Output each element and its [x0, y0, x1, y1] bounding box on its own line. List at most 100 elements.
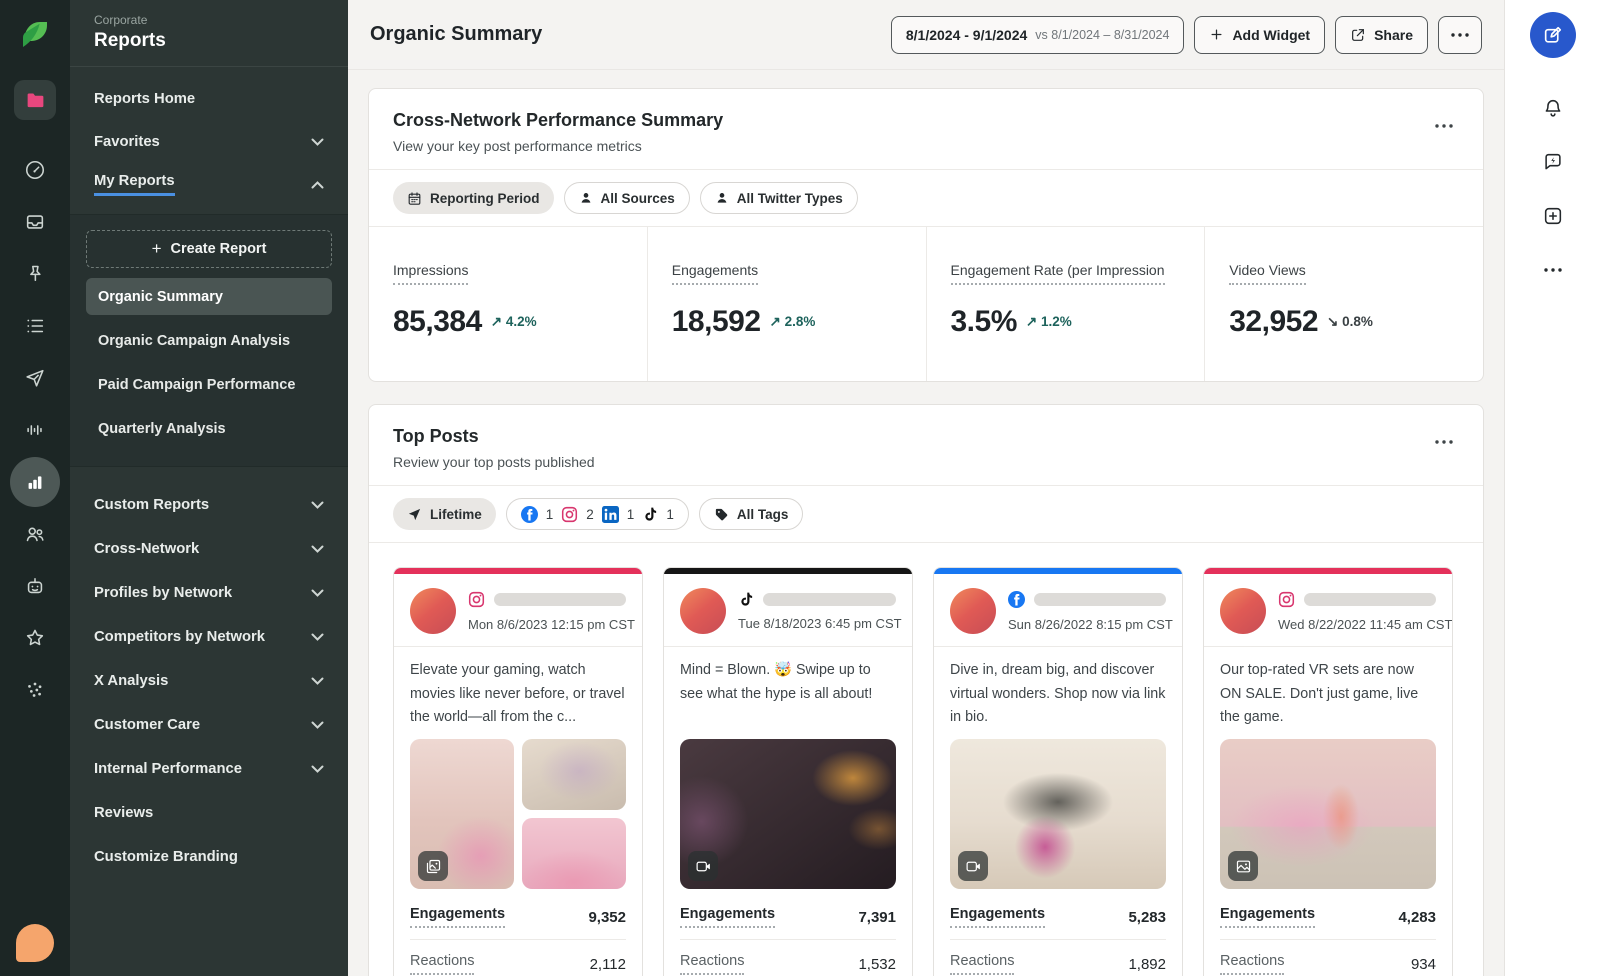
metric-card: Video Views 32,952 ↘ 0.8% — [1205, 227, 1483, 381]
reporting-period-filter[interactable]: Reporting Period — [393, 182, 554, 214]
all-sources-filter[interactable]: All Sources — [564, 182, 690, 214]
all-twitter-types-filter[interactable]: All Twitter Types — [700, 182, 858, 214]
sidebar-item-customer-care[interactable]: Customer Care — [70, 703, 348, 747]
stat-label[interactable]: Reactions — [1220, 953, 1284, 975]
sidebar-item-custom-reports[interactable]: Custom Reports — [70, 483, 348, 527]
metric-label[interactable]: Video Views — [1229, 262, 1306, 285]
redacted-account-name — [1034, 593, 1166, 606]
sidebar-item-cross-network[interactable]: Cross-Network — [70, 527, 348, 571]
metric-value: 85,384 — [393, 305, 482, 339]
gauge-icon[interactable] — [9, 144, 61, 196]
stat-label[interactable]: Engagements — [950, 906, 1045, 928]
post-timestamp: Mon 8/6/2023 12:15 pm CST — [468, 617, 626, 632]
integrations-dots-icon[interactable] — [9, 664, 61, 716]
user-avatar[interactable] — [16, 924, 54, 962]
share-button[interactable]: Share — [1335, 16, 1428, 54]
sidebar-item-favorites[interactable]: Favorites — [70, 120, 348, 163]
post-card[interactable]: Wed 8/22/2022 11:45 am CST Our top-rated… — [1203, 567, 1453, 976]
stat-row-engagements: Engagements5,283 — [950, 893, 1166, 940]
metric-delta: ↗ 2.8% — [770, 314, 816, 330]
sidebar-item-organic-campaign-analysis[interactable]: Organic Campaign Analysis — [86, 322, 332, 359]
inbox-icon[interactable] — [9, 196, 61, 248]
post-timestamp: Tue 8/18/2023 6:45 pm CST — [738, 616, 896, 631]
listening-waveform-icon[interactable] — [9, 404, 61, 456]
sidebar-item-competitors-by-network[interactable]: Competitors by Network — [70, 615, 348, 659]
top-posts-filter-row: Lifetime 1211 All Tags — [369, 485, 1483, 543]
star-icon[interactable] — [9, 612, 61, 664]
create-report-button[interactable]: +Create Report — [86, 230, 332, 268]
post-card[interactable]: Sun 8/26/2022 8:15 pm CST Dive in, dream… — [933, 567, 1183, 976]
automation-robot-icon[interactable] — [9, 560, 61, 612]
top-posts-widget: Top Posts Review your top posts publishe… — [368, 404, 1484, 976]
post-media[interactable] — [410, 739, 626, 889]
audience-people-icon[interactable] — [9, 508, 61, 560]
add-square-icon[interactable] — [1531, 194, 1575, 238]
sidebar-item-paid-campaign-performance[interactable]: Paid Campaign Performance — [86, 366, 332, 403]
avatar — [680, 588, 726, 634]
metric-card: Impressions 85,384 ↗ 4.2% — [369, 227, 648, 381]
sprout-logo-icon[interactable] — [17, 16, 53, 52]
sidebar-item-profiles-by-network[interactable]: Profiles by Network — [70, 571, 348, 615]
metric-label[interactable]: Engagement Rate (per Impression — [951, 262, 1165, 285]
sidebar-item-internal-performance[interactable]: Internal Performance — [70, 747, 348, 791]
post-media[interactable] — [1220, 739, 1436, 889]
stat-value: 934 — [1411, 956, 1436, 973]
avatar — [410, 588, 456, 634]
stat-value: 2,112 — [590, 956, 626, 973]
sidebar-item-quarterly-analysis[interactable]: Quarterly Analysis — [86, 410, 332, 447]
redacted-account-name — [1304, 593, 1436, 606]
add-widget-button[interactable]: Add Widget — [1194, 16, 1325, 54]
task-list-icon[interactable] — [9, 300, 61, 352]
sidebar-item-x-analysis[interactable]: X Analysis — [70, 659, 348, 703]
chevron-down-icon — [311, 545, 324, 553]
stat-label[interactable]: Reactions — [950, 953, 1014, 975]
header-more-button[interactable] — [1438, 16, 1482, 54]
pin-icon[interactable] — [9, 248, 61, 300]
stat-row-engagements: Engagements4,283 — [1220, 893, 1436, 940]
tiktok-count: 1 — [666, 507, 674, 522]
stat-label[interactable]: Reactions — [680, 953, 744, 975]
stat-label[interactable]: Engagements — [410, 906, 505, 928]
post-media[interactable] — [950, 739, 1166, 889]
stat-label[interactable]: Engagements — [1220, 906, 1315, 928]
widget-subtitle: View your key post performance metrics — [393, 138, 723, 154]
widget-more-button[interactable] — [1429, 110, 1459, 137]
paper-plane-icon[interactable] — [9, 352, 61, 404]
metric-delta: ↗ 1.2% — [1026, 314, 1072, 330]
chevron-down-icon — [311, 677, 324, 685]
widget-title: Cross-Network Performance Summary — [393, 110, 723, 131]
tiktok-icon — [642, 506, 658, 522]
metric-delta: ↘ 0.8% — [1327, 314, 1373, 330]
notifications-bell-icon[interactable] — [1531, 86, 1575, 130]
post-card[interactable]: Mon 8/6/2023 12:15 pm CST Elevate your g… — [393, 567, 643, 976]
metric-label[interactable]: Engagements — [672, 262, 758, 285]
post-caption: Our top-rated VR sets are now ON SALE. D… — [1220, 659, 1436, 729]
post-image — [522, 739, 626, 810]
post-media[interactable] — [680, 739, 896, 889]
stat-label[interactable]: Reactions — [410, 953, 474, 975]
widget-header: Cross-Network Performance Summary View y… — [369, 89, 1483, 169]
widget-more-button[interactable] — [1429, 426, 1459, 453]
reports-folder-icon[interactable] — [14, 80, 56, 120]
metric-label[interactable]: Impressions — [393, 262, 468, 285]
compose-button[interactable] — [1530, 12, 1576, 58]
post-card[interactable]: Tue 8/18/2023 6:45 pm CST Mind = Blown. … — [663, 567, 913, 976]
plus-icon: + — [152, 239, 162, 259]
person-icon — [579, 191, 593, 205]
sidebar-item-my-reports[interactable]: My Reports — [70, 163, 348, 206]
network-count-filter[interactable]: 1211 — [506, 498, 689, 530]
sidebar-item-reviews[interactable]: Reviews — [70, 791, 348, 835]
content-scroll-area[interactable]: Cross-Network Performance Summary View y… — [348, 70, 1504, 976]
sidebar-item-customize-branding[interactable]: Customize Branding — [70, 835, 348, 879]
right-rail-more-icon[interactable] — [1531, 248, 1575, 292]
cross-network-summary-widget: Cross-Network Performance Summary View y… — [368, 88, 1484, 382]
sidebar-item-reports-home[interactable]: Reports Home — [70, 77, 348, 120]
instagram-icon — [1278, 591, 1295, 608]
lifetime-filter[interactable]: Lifetime — [393, 498, 496, 530]
date-range-button[interactable]: 8/1/2024 - 9/1/2024 vs 8/1/2024 – 8/31/2… — [891, 16, 1185, 54]
all-tags-filter[interactable]: All Tags — [699, 498, 804, 530]
bar-chart-icon[interactable] — [10, 457, 60, 507]
stat-label[interactable]: Engagements — [680, 906, 775, 928]
sidebar-item-organic-summary[interactable]: Organic Summary — [86, 278, 332, 315]
chat-lightning-icon[interactable] — [1531, 140, 1575, 184]
